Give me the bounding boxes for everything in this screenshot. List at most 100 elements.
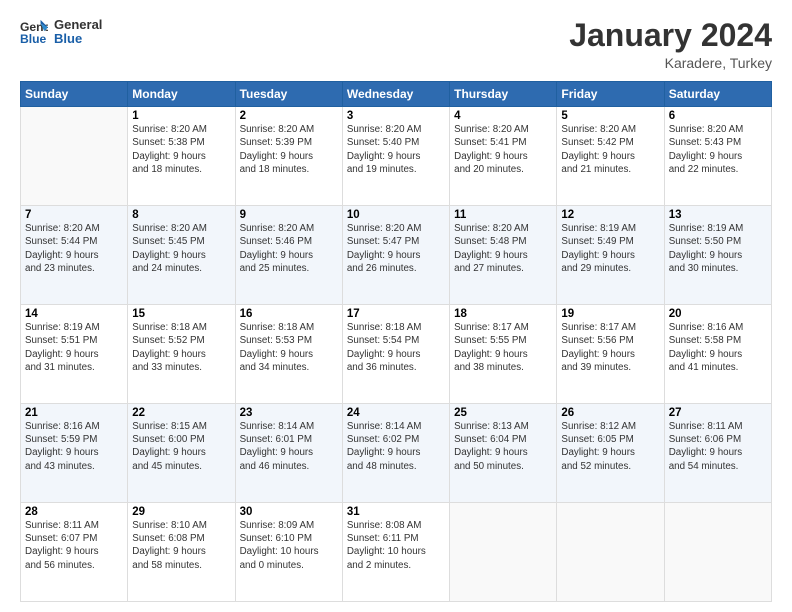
day-cell [557,503,664,602]
day-info: Sunrise: 8:19 AM Sunset: 5:51 PM Dayligh… [25,321,123,374]
day-cell: 3Sunrise: 8:20 AM Sunset: 5:40 PM Daylig… [342,107,449,206]
day-number: 8 [132,209,230,221]
day-number: 16 [240,308,338,320]
day-number: 9 [240,209,338,221]
day-number: 29 [132,506,230,518]
day-cell: 27Sunrise: 8:11 AM Sunset: 6:06 PM Dayli… [664,404,771,503]
day-number: 31 [347,506,445,518]
day-cell: 21Sunrise: 8:16 AM Sunset: 5:59 PM Dayli… [21,404,128,503]
day-number: 10 [347,209,445,221]
day-info: Sunrise: 8:20 AM Sunset: 5:45 PM Dayligh… [132,222,230,275]
header-cell-friday: Friday [557,82,664,107]
day-info: Sunrise: 8:20 AM Sunset: 5:47 PM Dayligh… [347,222,445,275]
header-cell-tuesday: Tuesday [235,82,342,107]
day-cell: 26Sunrise: 8:12 AM Sunset: 6:05 PM Dayli… [557,404,664,503]
day-info: Sunrise: 8:11 AM Sunset: 6:07 PM Dayligh… [25,519,123,572]
day-number: 18 [454,308,552,320]
day-number: 5 [561,110,659,122]
calendar-body: 1Sunrise: 8:20 AM Sunset: 5:38 PM Daylig… [21,107,772,602]
day-cell: 23Sunrise: 8:14 AM Sunset: 6:01 PM Dayli… [235,404,342,503]
day-cell: 5Sunrise: 8:20 AM Sunset: 5:42 PM Daylig… [557,107,664,206]
day-cell: 18Sunrise: 8:17 AM Sunset: 5:55 PM Dayli… [450,305,557,404]
logo-icon: General Blue [20,18,48,46]
day-cell: 14Sunrise: 8:19 AM Sunset: 5:51 PM Dayli… [21,305,128,404]
day-number: 6 [669,110,767,122]
day-cell: 20Sunrise: 8:16 AM Sunset: 5:58 PM Dayli… [664,305,771,404]
day-number: 11 [454,209,552,221]
day-cell: 2Sunrise: 8:20 AM Sunset: 5:39 PM Daylig… [235,107,342,206]
day-number: 19 [561,308,659,320]
week-row-1: 7Sunrise: 8:20 AM Sunset: 5:44 PM Daylig… [21,206,772,305]
day-cell: 4Sunrise: 8:20 AM Sunset: 5:41 PM Daylig… [450,107,557,206]
day-cell [450,503,557,602]
day-cell: 25Sunrise: 8:13 AM Sunset: 6:04 PM Dayli… [450,404,557,503]
header-cell-sunday: Sunday [21,82,128,107]
day-cell [664,503,771,602]
day-number: 13 [669,209,767,221]
day-info: Sunrise: 8:20 AM Sunset: 5:46 PM Dayligh… [240,222,338,275]
day-info: Sunrise: 8:17 AM Sunset: 5:56 PM Dayligh… [561,321,659,374]
day-number: 7 [25,209,123,221]
day-cell: 31Sunrise: 8:08 AM Sunset: 6:11 PM Dayli… [342,503,449,602]
subtitle: Karadere, Turkey [569,55,772,71]
day-number: 15 [132,308,230,320]
day-number: 27 [669,407,767,419]
week-row-0: 1Sunrise: 8:20 AM Sunset: 5:38 PM Daylig… [21,107,772,206]
day-info: Sunrise: 8:16 AM Sunset: 5:58 PM Dayligh… [669,321,767,374]
calendar: SundayMondayTuesdayWednesdayThursdayFrid… [20,81,772,602]
day-info: Sunrise: 8:20 AM Sunset: 5:39 PM Dayligh… [240,123,338,176]
day-number: 3 [347,110,445,122]
day-number: 14 [25,308,123,320]
header-row: SundayMondayTuesdayWednesdayThursdayFrid… [21,82,772,107]
day-cell: 29Sunrise: 8:10 AM Sunset: 6:08 PM Dayli… [128,503,235,602]
main-title: January 2024 [569,18,772,53]
day-info: Sunrise: 8:09 AM Sunset: 6:10 PM Dayligh… [240,519,338,572]
day-number: 2 [240,110,338,122]
day-cell: 15Sunrise: 8:18 AM Sunset: 5:52 PM Dayli… [128,305,235,404]
day-info: Sunrise: 8:10 AM Sunset: 6:08 PM Dayligh… [132,519,230,572]
day-info: Sunrise: 8:20 AM Sunset: 5:44 PM Dayligh… [25,222,123,275]
day-info: Sunrise: 8:20 AM Sunset: 5:48 PM Dayligh… [454,222,552,275]
svg-text:Blue: Blue [20,32,47,46]
day-info: Sunrise: 8:16 AM Sunset: 5:59 PM Dayligh… [25,420,123,473]
logo: General Blue General Blue [20,18,102,47]
day-info: Sunrise: 8:11 AM Sunset: 6:06 PM Dayligh… [669,420,767,473]
header-cell-wednesday: Wednesday [342,82,449,107]
day-number: 30 [240,506,338,518]
logo-text-line1: General [54,18,102,32]
day-number: 28 [25,506,123,518]
day-info: Sunrise: 8:19 AM Sunset: 5:50 PM Dayligh… [669,222,767,275]
day-number: 26 [561,407,659,419]
day-cell: 7Sunrise: 8:20 AM Sunset: 5:44 PM Daylig… [21,206,128,305]
day-info: Sunrise: 8:17 AM Sunset: 5:55 PM Dayligh… [454,321,552,374]
day-info: Sunrise: 8:20 AM Sunset: 5:38 PM Dayligh… [132,123,230,176]
logo-text-line2: Blue [54,32,102,46]
calendar-header: SundayMondayTuesdayWednesdayThursdayFrid… [21,82,772,107]
header-cell-saturday: Saturday [664,82,771,107]
day-info: Sunrise: 8:20 AM Sunset: 5:40 PM Dayligh… [347,123,445,176]
day-info: Sunrise: 8:20 AM Sunset: 5:42 PM Dayligh… [561,123,659,176]
day-cell: 17Sunrise: 8:18 AM Sunset: 5:54 PM Dayli… [342,305,449,404]
day-number: 25 [454,407,552,419]
week-row-2: 14Sunrise: 8:19 AM Sunset: 5:51 PM Dayli… [21,305,772,404]
day-cell: 30Sunrise: 8:09 AM Sunset: 6:10 PM Dayli… [235,503,342,602]
week-row-3: 21Sunrise: 8:16 AM Sunset: 5:59 PM Dayli… [21,404,772,503]
day-number: 22 [132,407,230,419]
day-cell: 24Sunrise: 8:14 AM Sunset: 6:02 PM Dayli… [342,404,449,503]
day-cell: 12Sunrise: 8:19 AM Sunset: 5:49 PM Dayli… [557,206,664,305]
day-number: 21 [25,407,123,419]
day-info: Sunrise: 8:15 AM Sunset: 6:00 PM Dayligh… [132,420,230,473]
day-info: Sunrise: 8:18 AM Sunset: 5:54 PM Dayligh… [347,321,445,374]
day-info: Sunrise: 8:14 AM Sunset: 6:02 PM Dayligh… [347,420,445,473]
day-cell: 11Sunrise: 8:20 AM Sunset: 5:48 PM Dayli… [450,206,557,305]
day-number: 17 [347,308,445,320]
day-number: 1 [132,110,230,122]
day-cell [21,107,128,206]
day-number: 4 [454,110,552,122]
day-number: 23 [240,407,338,419]
day-info: Sunrise: 8:08 AM Sunset: 6:11 PM Dayligh… [347,519,445,572]
page: General Blue General Blue January 2024 K… [0,0,792,612]
header-cell-monday: Monday [128,82,235,107]
header-cell-thursday: Thursday [450,82,557,107]
day-info: Sunrise: 8:14 AM Sunset: 6:01 PM Dayligh… [240,420,338,473]
